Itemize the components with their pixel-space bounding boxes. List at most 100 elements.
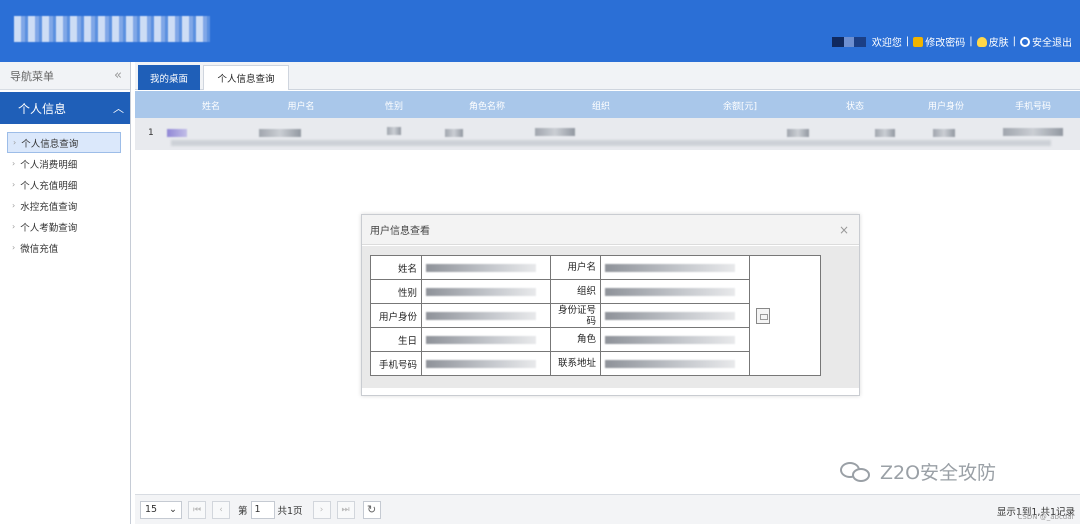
prev-page-button[interactable]: ‹ xyxy=(212,500,230,519)
page-size-select[interactable]: 15 ⌄ xyxy=(140,500,182,519)
welcome-text: 欢迎您 xyxy=(871,38,902,49)
user-info-table: 姓名 用户名 性别 组织 用户身份 身份证号码 生日 角色 手机号码 联系地址 xyxy=(370,255,821,376)
redacted-value xyxy=(605,288,735,296)
power-icon xyxy=(1020,36,1030,47)
grid-header: 姓名 用户名 性别 角色名称 组织 余额[元] 状态 用户身份 手机号码 xyxy=(135,91,1080,118)
col-name[interactable]: 姓名 xyxy=(202,99,220,112)
bulb-icon xyxy=(976,36,987,47)
col-phone[interactable]: 手机号码 xyxy=(1015,99,1051,112)
col-balance[interactable]: 余额[元] xyxy=(723,99,757,112)
sidebar-title: 导航菜单 xyxy=(10,69,54,83)
dialog-titlebar[interactable]: 用户信息查看 × xyxy=(362,215,859,245)
skin-link[interactable]: 皮肤 xyxy=(989,34,1009,49)
watermark: Z2O安全攻防 xyxy=(840,458,996,485)
redacted-cell xyxy=(535,128,575,136)
label-gender: 性别 xyxy=(370,279,422,304)
change-password-link[interactable]: 修改密码 xyxy=(925,34,965,49)
last-page-button[interactable]: ⏭ xyxy=(336,500,355,519)
sidebar: 导航菜单 « 个人信息 ︿ › 个人信息查询 › 个人消费明细 › 个人充值明细… xyxy=(0,62,131,524)
col-role[interactable]: 角色名称 xyxy=(469,99,505,112)
value-identity xyxy=(421,303,551,328)
tab-bar: 我的桌面 个人信息查询 xyxy=(135,62,1080,90)
app-logo xyxy=(14,16,210,42)
redacted-value xyxy=(426,336,536,344)
chevron-right-icon: › xyxy=(13,138,17,147)
image-icon xyxy=(756,308,770,324)
tab-home[interactable]: 我的桌面 xyxy=(138,65,200,90)
chevron-right-icon: › xyxy=(12,222,16,231)
col-gender[interactable]: 性别 xyxy=(385,99,403,112)
label-birthday: 生日 xyxy=(370,327,422,352)
col-identity[interactable]: 用户身份 xyxy=(928,99,964,112)
page-number-input[interactable]: 1 xyxy=(250,500,275,519)
redacted-value xyxy=(605,264,735,272)
value-username xyxy=(600,255,750,280)
redacted-cell xyxy=(875,129,895,137)
value-gender xyxy=(421,279,551,304)
redacted-cell xyxy=(259,129,301,137)
redacted-cell xyxy=(171,140,1051,146)
sidebar-item-attendance[interactable]: › 个人考勤查询 xyxy=(0,216,130,237)
label-identity: 用户身份 xyxy=(370,303,422,328)
value-role xyxy=(600,327,750,352)
label-name: 姓名 xyxy=(370,255,422,280)
sidebar-item-info-query[interactable]: › 个人信息查询 xyxy=(7,132,121,153)
user-info-dialog: 用户信息查看 × 姓名 用户名 性别 组织 用户身份 身份证号码 生日 角色 手… xyxy=(361,214,860,396)
watermark-text: Z2O安全攻防 xyxy=(880,462,997,484)
refresh-icon[interactable]: ↻ xyxy=(362,500,381,519)
col-username[interactable]: 用户名 xyxy=(287,99,314,112)
value-org xyxy=(600,279,750,304)
dialog-title: 用户信息查看 xyxy=(370,226,430,237)
redacted-cell xyxy=(933,129,955,137)
redacted-cell xyxy=(1003,128,1063,136)
label-id-number: 身份证号码 xyxy=(550,303,601,328)
chevron-up-icon: ︿ xyxy=(113,102,124,115)
redacted-cell xyxy=(167,129,187,137)
redacted-value xyxy=(426,264,536,272)
chevron-right-icon: › xyxy=(12,180,16,189)
logout-link[interactable]: 安全退出 xyxy=(1032,34,1072,49)
chevron-right-icon: › xyxy=(12,201,16,210)
photo-cell xyxy=(749,255,821,376)
dialog-footer xyxy=(362,388,859,395)
sidebar-header: 导航菜单 « xyxy=(0,62,130,90)
value-name xyxy=(421,255,551,280)
sidebar-item-recharge[interactable]: › 个人充值明细 xyxy=(0,174,130,195)
sidebar-item-wechat-recharge[interactable]: › 微信充值 xyxy=(0,237,130,258)
page-total: 共1页 xyxy=(277,505,303,517)
col-org[interactable]: 组织 xyxy=(592,99,610,112)
sidebar-item-consumption[interactable]: › 个人消费明细 xyxy=(0,153,130,174)
table-row[interactable]: 1 xyxy=(135,118,1080,150)
redacted-value xyxy=(605,360,735,368)
redacted-value xyxy=(426,288,536,296)
username-redacted xyxy=(831,36,866,47)
label-phone: 手机号码 xyxy=(370,351,422,376)
label-role: 角色 xyxy=(550,327,601,352)
value-id-number xyxy=(600,303,750,328)
sidebar-item-water-recharge[interactable]: › 水控充值查询 xyxy=(0,195,130,216)
close-icon[interactable]: × xyxy=(839,223,849,237)
collapse-icon[interactable]: « xyxy=(114,68,122,83)
next-page-button[interactable]: › xyxy=(312,500,331,519)
wechat-icon xyxy=(840,460,874,484)
tab-info-query[interactable]: 个人信息查询 xyxy=(203,65,289,90)
top-header: 欢迎您 | 修改密码 | 皮肤 | 安全退出 xyxy=(0,0,1080,62)
value-birthday xyxy=(421,327,551,352)
page-prefix: 第 xyxy=(238,505,248,517)
redacted-value xyxy=(605,312,735,320)
source-credit: CSDN @_abcdaf xyxy=(1017,513,1074,521)
redacted-cell xyxy=(787,129,809,137)
pagination-bar: 15 ⌄ ⏮ ‹ 第 1 共1页 › ⏭ ↻ 显示1到1,共1记录 xyxy=(135,494,1080,524)
col-status[interactable]: 状态 xyxy=(846,99,864,112)
value-phone xyxy=(421,351,551,376)
sidebar-menu: › 个人信息查询 › 个人消费明细 › 个人充值明细 › 水控充值查询 › 个人… xyxy=(0,132,130,258)
redacted-value xyxy=(426,312,536,320)
first-page-button[interactable]: ⏮ xyxy=(188,500,206,519)
chevron-right-icon: › xyxy=(12,159,16,168)
label-address: 联系地址 xyxy=(550,351,601,376)
row-number: 1 xyxy=(148,128,154,138)
redacted-value xyxy=(605,336,735,344)
sidebar-section-personal[interactable]: 个人信息 ︿ xyxy=(0,92,130,124)
redacted-cell xyxy=(387,127,401,135)
chevron-right-icon: › xyxy=(12,243,16,252)
